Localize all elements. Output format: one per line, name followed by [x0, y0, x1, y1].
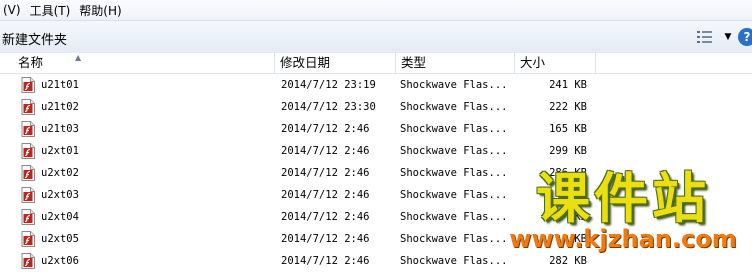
column-name[interactable]: ▲ 名称 — [0, 53, 275, 73]
file-date: 2014/7/12 23:19 — [281, 79, 376, 91]
file-type: Shockwave Flas... — [400, 189, 508, 201]
file-row[interactable]: u21t02 2014/7/12 23:30 Shockwave Flas... 22… — [0, 96, 752, 118]
column-date-label: 修改日期 — [280, 55, 331, 70]
file-type: Shockwave Flas... — [400, 167, 508, 179]
file-size: 299 KB — [549, 145, 587, 157]
file-date: 2014/7/12 2:46 — [281, 123, 370, 135]
flash-file-icon — [21, 231, 35, 247]
command-bar: 新建文件夹 ▼ ? — [0, 21, 752, 54]
sort-ascending-icon: ▲ — [75, 53, 82, 62]
file-row[interactable]: u2xt05 2014/7/12 2:46 Shockwave Flas... KB — [0, 228, 752, 250]
flash-file-icon — [21, 99, 35, 115]
help-button[interactable]: ? — [738, 28, 752, 46]
file-date: 2014/7/12 2:46 — [281, 233, 370, 245]
file-row[interactable]: u2xt01 2014/7/12 2:46 Shockwave Flas... 299… — [0, 140, 752, 162]
column-type-label: 类型 — [401, 55, 427, 70]
file-size: 241 KB — [549, 79, 587, 91]
file-list: u21t01 2014/7/12 23:19 Shockwave Flas... 24… — [0, 74, 752, 274]
file-date: 2014/7/12 2:46 — [281, 167, 370, 179]
flash-file-icon — [21, 143, 35, 159]
file-size: 222 KB — [549, 101, 587, 113]
view-dropdown-chevron-icon[interactable]: ▼ — [722, 29, 734, 45]
menu-bar: (V) 工具(T) 帮助(H) — [0, 0, 752, 21]
column-header: ▲ 名称 修改日期 类型 大小 — [0, 53, 752, 74]
file-name: u21t03 — [41, 123, 79, 135]
column-type[interactable]: 类型 — [396, 53, 515, 73]
file-size: KB — [574, 189, 587, 201]
file-name: u2xt03 — [41, 189, 79, 201]
file-name: u21t02 — [41, 101, 79, 113]
file-size: 165 KB — [549, 123, 587, 135]
menu-view[interactable]: (V) — [0, 3, 27, 17]
file-name: u21t01 — [41, 79, 79, 91]
file-row[interactable]: u2xt06 2014/7/12 2:46 Shockwave Flas... 282… — [0, 250, 752, 272]
file-size: 286 KB — [549, 167, 587, 179]
file-name: u2xt06 — [41, 255, 79, 267]
flash-file-icon — [21, 253, 35, 269]
view-details-icon[interactable] — [695, 29, 715, 45]
menu-help[interactable]: 帮助(H) — [76, 2, 127, 19]
file-name: u2xt04 — [41, 211, 79, 223]
file-size: KB — [574, 211, 587, 223]
file-row[interactable]: u2xt03 2014/7/12 2:46 Shockwave Flas... KB — [0, 184, 752, 206]
column-size[interactable]: 大小 — [515, 53, 596, 73]
file-type: Shockwave Flas... — [400, 145, 508, 157]
file-name: u2xt05 — [41, 233, 79, 245]
file-name: u2xt02 — [41, 167, 79, 179]
file-size: 282 KB — [549, 255, 587, 267]
menu-tools[interactable]: 工具(T) — [27, 2, 77, 19]
column-size-label: 大小 — [520, 55, 546, 70]
file-size: KB — [574, 233, 587, 245]
file-name: u2xt01 — [41, 145, 79, 157]
flash-file-icon — [21, 209, 35, 225]
file-date: 2014/7/12 23:30 — [281, 101, 376, 113]
file-date: 2014/7/12 2:46 — [281, 189, 370, 201]
flash-file-icon — [21, 165, 35, 181]
file-type: Shockwave Flas... — [400, 211, 508, 223]
flash-file-icon — [21, 187, 35, 203]
file-row[interactable]: u21t03 2014/7/12 2:46 Shockwave Flas... 165… — [0, 118, 752, 140]
new-folder-button[interactable]: 新建文件夹 — [2, 29, 67, 48]
column-date-modified[interactable]: 修改日期 — [275, 53, 396, 73]
file-type: Shockwave Flas... — [400, 101, 508, 113]
file-row[interactable]: u21t01 2014/7/12 23:19 Shockwave Flas... 24… — [0, 74, 752, 96]
file-type: Shockwave Flas... — [400, 255, 508, 267]
file-date: 2014/7/12 2:46 — [281, 255, 370, 267]
flash-file-icon — [21, 77, 35, 93]
file-date: 2014/7/12 2:46 — [281, 211, 370, 223]
flash-file-icon — [21, 121, 35, 137]
file-row[interactable]: u2xt04 2014/7/12 2:46 Shockwave Flas... KB — [0, 206, 752, 228]
file-type: Shockwave Flas... — [400, 233, 508, 245]
file-row[interactable]: u2xt02 2014/7/12 2:46 Shockwave Flas... 286… — [0, 162, 752, 184]
file-type: Shockwave Flas... — [400, 79, 508, 91]
file-date: 2014/7/12 2:46 — [281, 145, 370, 157]
file-type: Shockwave Flas... — [400, 123, 508, 135]
column-name-label: 名称 — [18, 55, 44, 70]
